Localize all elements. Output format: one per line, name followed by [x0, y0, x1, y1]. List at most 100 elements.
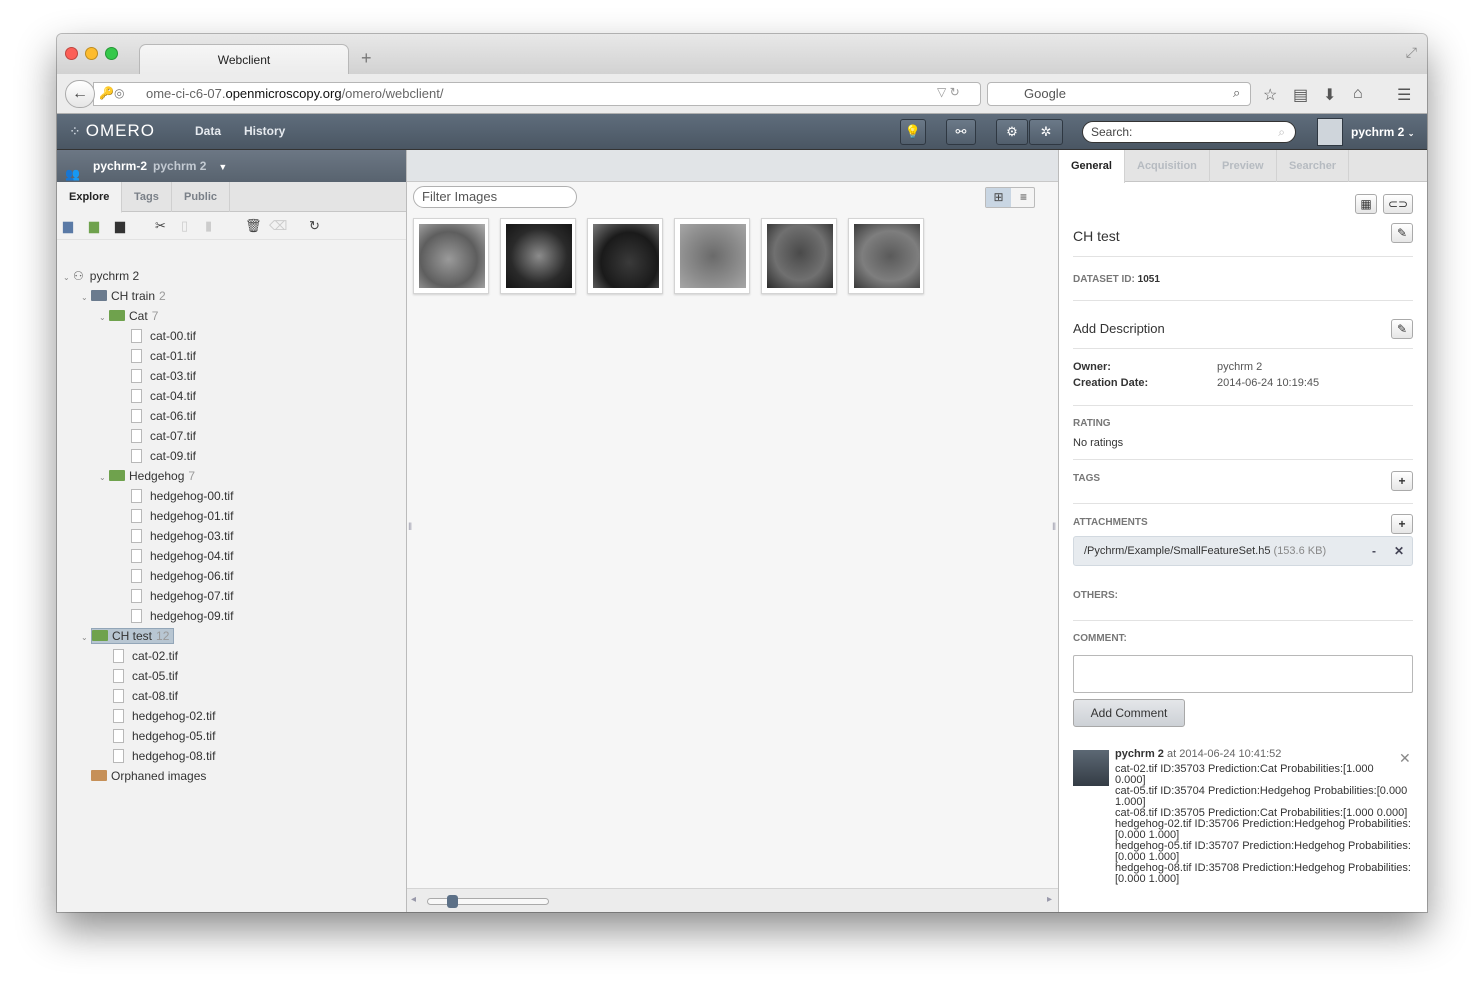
orphaned-images[interactable]: Orphaned images [91, 766, 206, 786]
project-ch-train[interactable]: ⌄ CH train 2 [81, 286, 166, 306]
close-window-button[interactable] [65, 47, 78, 60]
tab-public[interactable]: Public [172, 182, 231, 212]
image-item[interactable]: cat-01.tif [131, 346, 196, 366]
collapse-arrow-icon[interactable]: ⌄ [99, 468, 109, 488]
reload-icon[interactable]: ▽ ↻ [937, 85, 960, 99]
reading-list-icon[interactable]: ▤ [1293, 85, 1308, 105]
new-screen-icon[interactable]: ▆ [115, 218, 125, 234]
filter-images-input[interactable]: Filter Images [413, 186, 577, 208]
image-item[interactable]: cat-00.tif [131, 326, 196, 346]
thumbnail-cat-05[interactable] [500, 218, 576, 294]
new-tab-button[interactable]: + [361, 48, 372, 69]
tab-tags[interactable]: Tags [122, 182, 172, 212]
image-item[interactable]: cat-09.tif [131, 446, 196, 466]
collapse-left-icon[interactable]: ◂ [411, 894, 416, 905]
link-icon[interactable]: ⊂⊃ [1383, 194, 1413, 214]
delete-attachment-icon[interactable]: ✕ [1394, 537, 1404, 565]
tab-preview[interactable]: Preview [1210, 150, 1277, 182]
dataset-ch-test[interactable]: ⌄ CH test 12 [81, 626, 175, 648]
group-switcher[interactable]: 👥 pychrm-2 pychrm 2 ▼ [57, 150, 406, 182]
url-bar[interactable]: ome-ci-c6-07.openmicroscopy.org/omero/we… [93, 82, 981, 106]
delete-icon[interactable]: 🗑 [245, 218, 262, 234]
collapse-arrow-icon[interactable]: ⌄ [81, 628, 91, 648]
tab-general[interactable]: General [1059, 150, 1125, 183]
thumbnail-hedgehog-02[interactable] [674, 218, 750, 294]
selected-node[interactable]: CH test 12 [91, 628, 175, 644]
add-tag-icon[interactable]: + [1391, 471, 1413, 491]
collapse-arrow-icon[interactable]: ⌄ [99, 308, 109, 328]
tab-explore[interactable]: Explore [57, 182, 123, 213]
thumbnail-view-icon[interactable]: ⊞ [986, 188, 1011, 207]
image-item[interactable]: hedgehog-00.tif [131, 486, 233, 506]
web-search-input[interactable]: Google [987, 82, 1251, 106]
image-item[interactable]: hedgehog-09.tif [131, 606, 233, 626]
browser-tab[interactable]: Webclient [139, 44, 349, 74]
home-icon[interactable]: ⌂ [1353, 85, 1363, 103]
image-item[interactable]: hedgehog-01.tif [131, 506, 233, 526]
zoom-window-button[interactable] [105, 47, 118, 60]
zoom-slider-handle[interactable] [447, 895, 458, 908]
tab-searcher[interactable]: Searcher [1277, 150, 1350, 182]
menu-data[interactable]: Data [195, 124, 221, 138]
add-comment-button[interactable]: Add Comment [1073, 699, 1185, 727]
image-item[interactable]: hedgehog-04.tif [131, 546, 233, 566]
omero-search-input[interactable]: Search: ⌕ [1082, 121, 1296, 143]
image-item[interactable]: hedgehog-06.tif [131, 566, 233, 586]
thumbnail-cat-08[interactable] [587, 218, 663, 294]
collapse-arrow-icon[interactable]: ⌄ [63, 268, 73, 288]
collapse-arrow-icon[interactable]: ⌄ [81, 288, 91, 308]
user-avatar[interactable] [1317, 118, 1343, 146]
image-item[interactable]: cat-08.tif [113, 686, 178, 706]
menu-history[interactable]: History [244, 124, 285, 138]
omero-logo[interactable]: ⁘ OMERO [69, 121, 155, 141]
thumbnail-cat-02[interactable] [413, 218, 489, 294]
remove-attachment-icon[interactable]: - [1372, 537, 1376, 565]
right-resize-grip[interactable]: ‖ [1052, 522, 1056, 533]
image-item[interactable]: hedgehog-07.tif [131, 586, 233, 606]
zoom-slider-track[interactable] [427, 898, 549, 905]
tree-root[interactable]: ⌄ ⚇ pychrm 2 [63, 266, 139, 286]
edit-description-icon[interactable]: ✎ [1391, 319, 1413, 339]
fullscreen-icon[interactable]: ⤢ [1406, 44, 1417, 61]
new-dataset-icon[interactable]: ▆ [89, 218, 99, 234]
activities-button[interactable]: ✲ [1029, 119, 1063, 145]
comment-textarea[interactable] [1073, 655, 1413, 693]
add-description[interactable]: Add Description [1073, 321, 1165, 336]
lightbulb-button[interactable]: 💡 [900, 119, 926, 145]
scripts-button[interactable]: ⚙ [996, 119, 1028, 145]
search-icon[interactable]: ⌕ [1233, 85, 1240, 101]
cut-icon[interactable]: ✂ [155, 218, 166, 234]
tab-acquisition[interactable]: Acquisition [1125, 150, 1210, 182]
add-attachment-icon[interactable]: + [1391, 514, 1413, 534]
edit-title-icon[interactable]: ✎ [1391, 223, 1413, 243]
grid-icon[interactable]: ▦ [1355, 194, 1377, 214]
bookmark-star-icon[interactable]: ☆ [1263, 85, 1277, 105]
image-item[interactable]: hedgehog-05.tif [113, 726, 215, 746]
paste-icon[interactable]: ▮ [205, 218, 212, 234]
image-item[interactable]: hedgehog-03.tif [131, 526, 233, 546]
menu-icon[interactable]: ☰ [1397, 85, 1411, 105]
image-item[interactable]: cat-07.tif [131, 426, 196, 446]
delete-all-icon[interactable]: ⌫ [269, 218, 287, 234]
minimize-window-button[interactable] [85, 47, 98, 60]
dataset-cat[interactable]: ⌄ Cat 7 [99, 306, 158, 326]
back-button[interactable]: ← [65, 80, 95, 108]
thumbnail-hedgehog-08[interactable] [848, 218, 924, 294]
user-menu[interactable]: pychrm 2 ⌄ [1351, 125, 1414, 139]
image-item[interactable]: cat-03.tif [131, 366, 196, 386]
refresh-icon[interactable]: ↻ [309, 218, 320, 234]
basket-button[interactable]: ⚯ [946, 119, 976, 145]
attachment-item[interactable]: /Pychrm/Example/SmallFeatureSet.h5 (153.… [1073, 536, 1413, 566]
image-item[interactable]: hedgehog-02.tif [113, 706, 215, 726]
list-view-icon[interactable]: ≡ [1011, 188, 1036, 207]
image-item[interactable]: cat-02.tif [113, 646, 178, 666]
new-project-icon[interactable]: ▆ [63, 218, 73, 234]
image-item[interactable]: cat-06.tif [131, 406, 196, 426]
download-icon[interactable]: ⬇ [1323, 85, 1336, 105]
image-item[interactable]: hedgehog-08.tif [113, 746, 215, 766]
image-item[interactable]: cat-05.tif [113, 666, 178, 686]
dataset-hedgehog[interactable]: ⌄ Hedgehog 7 [99, 466, 195, 486]
copy-icon[interactable]: ▯ [181, 218, 188, 234]
thumbnail-hedgehog-05[interactable] [761, 218, 837, 294]
image-item[interactable]: cat-04.tif [131, 386, 196, 406]
